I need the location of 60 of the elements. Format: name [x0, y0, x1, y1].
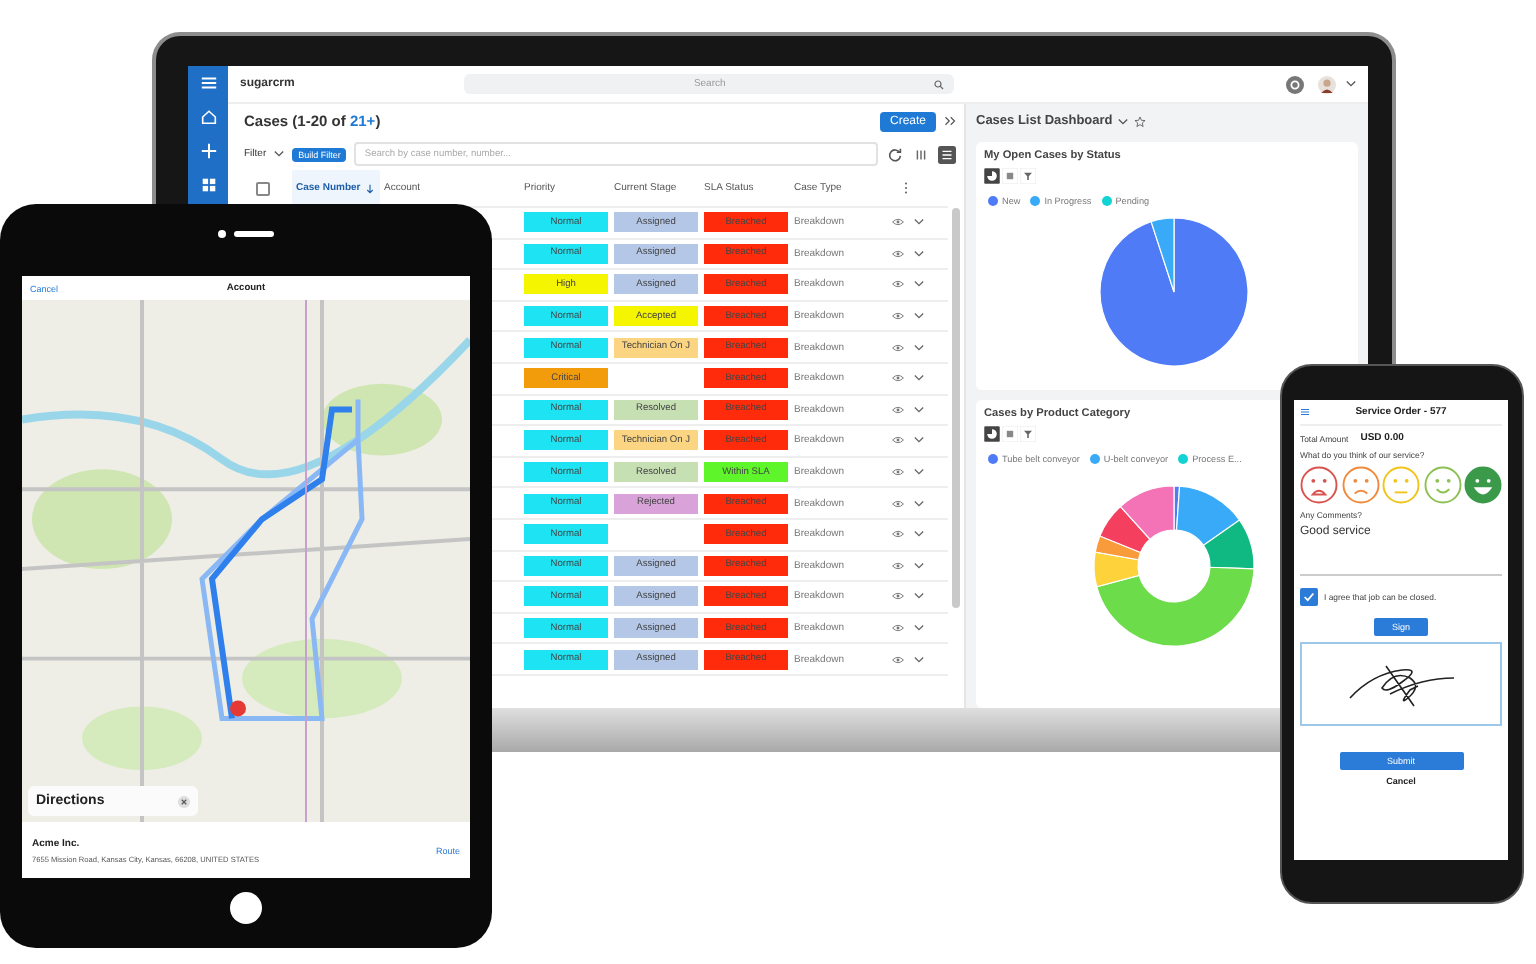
chart-icon[interactable] [984, 426, 1000, 442]
star-icon[interactable] [1134, 115, 1147, 127]
rating-face-icon[interactable] [1341, 466, 1379, 504]
eye-icon[interactable] [892, 218, 904, 227]
grid-icon[interactable] [199, 176, 217, 194]
chart-icon[interactable] [984, 168, 1000, 184]
chevron-icon[interactable] [914, 218, 924, 227]
agree-checkbox[interactable] [1300, 588, 1318, 606]
chevron-icon[interactable] [914, 405, 924, 414]
avatar-icon[interactable] [1318, 75, 1336, 93]
chevron-icon[interactable] [914, 312, 924, 321]
rating-face-icon[interactable] [1300, 466, 1338, 504]
eye-icon[interactable] [892, 312, 904, 321]
list-view-icon[interactable] [938, 145, 956, 163]
filter-icon[interactable] [1020, 426, 1036, 442]
eye-icon[interactable] [892, 530, 904, 539]
signature-field[interactable] [1300, 642, 1502, 726]
filter-icon[interactable] [1020, 168, 1036, 184]
eye-icon[interactable] [892, 280, 904, 289]
caret-icon[interactable] [1118, 117, 1129, 125]
chevron-icon[interactable] [914, 655, 924, 664]
eye-icon[interactable] [892, 249, 904, 258]
columns-icon[interactable] [912, 145, 930, 163]
refresh-icon[interactable] [886, 145, 904, 163]
chevron-icon[interactable] [914, 624, 924, 633]
chevron-icon[interactable] [914, 436, 924, 445]
chevron-icon[interactable] [914, 343, 924, 352]
eye-icon[interactable] [892, 561, 904, 570]
chevron-icon[interactable] [914, 280, 924, 289]
home-icon[interactable] [199, 108, 217, 126]
chevron-icon[interactable] [914, 530, 924, 539]
eye-icon[interactable] [892, 374, 904, 383]
home-button[interactable] [230, 892, 262, 924]
eye-icon[interactable] [892, 405, 904, 414]
caret-icon[interactable] [274, 150, 285, 158]
chevron-icon[interactable] [914, 561, 924, 570]
eye-icon[interactable] [892, 343, 904, 352]
notification-icon[interactable] [1286, 75, 1304, 93]
chevron-icon[interactable] [914, 592, 924, 601]
caret-icon[interactable] [1346, 80, 1356, 88]
chevron-icon[interactable] [914, 374, 924, 383]
sort-arrow-icon[interactable] [366, 183, 375, 193]
eye-icon[interactable] [892, 592, 904, 601]
eye-icon[interactable] [892, 499, 904, 508]
menu-icon[interactable] [1300, 408, 1310, 416]
camera-icon [216, 228, 276, 240]
eye-icon[interactable] [892, 436, 904, 445]
plus-icon[interactable] [199, 142, 217, 160]
chevron-icon[interactable] [914, 249, 924, 258]
chevron-icon[interactable] [914, 468, 924, 477]
chevron-icon[interactable] [914, 499, 924, 508]
rating-face-icon[interactable] [1464, 466, 1502, 504]
select-all-checkbox[interactable] [256, 181, 270, 195]
eye-icon[interactable] [892, 624, 904, 633]
eye-icon[interactable] [892, 655, 904, 664]
eye-icon[interactable] [892, 468, 904, 477]
close-icon[interactable] [178, 795, 190, 807]
scrollbar[interactable] [952, 208, 960, 608]
collapse-icon[interactable] [944, 116, 956, 126]
search-icon [934, 79, 945, 89]
